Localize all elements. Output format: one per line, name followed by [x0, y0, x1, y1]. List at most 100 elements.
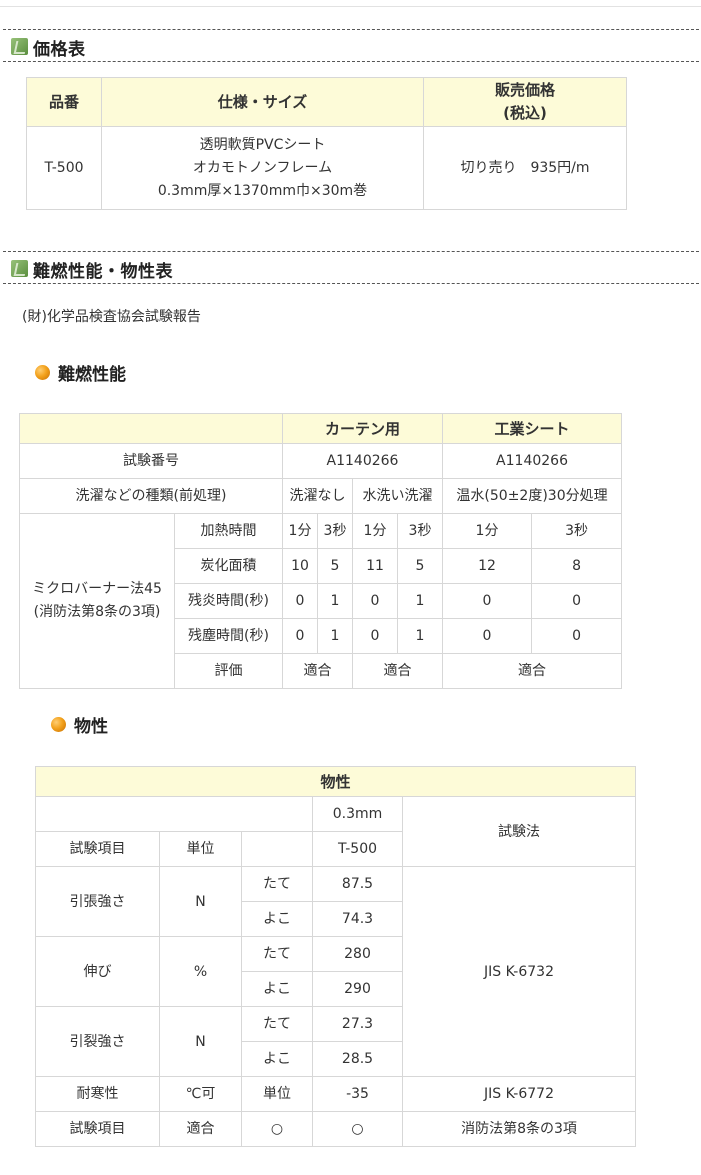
afterflame-value: 0	[442, 583, 533, 619]
price-section-title: 価格表	[33, 40, 86, 60]
leaf-icon	[11, 260, 28, 277]
phys-blank	[35, 796, 313, 832]
afterglow-label: 残塵時間(秒)	[174, 618, 283, 654]
flame-subtitle-text: 難燃性能	[58, 365, 126, 385]
elong-label: 伸び	[35, 936, 160, 1007]
afterflame-value: 0	[282, 583, 318, 619]
dir-tate: たて	[241, 1006, 313, 1042]
char-value: 5	[317, 548, 353, 584]
last-sub: ○	[241, 1111, 313, 1147]
phys-table: 物性 0.3mm 試験法 試験項目 単位 T-500 引張強さ N たて 87.…	[35, 766, 636, 1147]
afterglow-value: 0	[442, 618, 533, 654]
heating-value: 1分	[352, 513, 398, 549]
afterglow-value: 0	[352, 618, 398, 654]
tear-tate-value: 27.3	[312, 1006, 403, 1042]
char-label: 炭化面積	[174, 548, 283, 584]
pretreatment-label: 洗濯などの種類(前処理)	[19, 478, 283, 514]
test-method-header: 試験法	[402, 796, 636, 867]
last-value: ○	[312, 1111, 403, 1147]
jis-main: JIS K-6732	[402, 866, 636, 1077]
flame-header-blank	[19, 413, 283, 444]
header-price-line1: 販売価格	[494, 81, 555, 99]
phys-subtitle: 物性	[51, 712, 108, 737]
test-no-label: 試験番号	[19, 443, 283, 479]
dir-yoko: よこ	[241, 901, 313, 937]
eval-value: 適合	[351, 653, 444, 689]
orange-bullet-icon	[51, 717, 66, 732]
char-value: 10	[282, 548, 318, 584]
elong-yoko-value: 290	[312, 971, 403, 1007]
sub-header-blank	[241, 831, 313, 867]
flame-table: カーテン用 工業シート 試験番号 A1140266 A1140266 洗濯などの…	[19, 413, 623, 689]
heating-value: 1分	[442, 513, 533, 549]
char-value: 11	[352, 548, 398, 584]
tear-yoko-value: 28.5	[312, 1041, 403, 1077]
header-price: 販売価格 (税込)	[423, 77, 627, 127]
heating-value: 3秒	[396, 513, 444, 549]
cold-method: JIS K-6772	[402, 1076, 636, 1112]
dir-tate: たて	[241, 936, 313, 972]
afterflame-value: 0	[352, 583, 398, 619]
header-spec: 仕様・サイズ	[101, 77, 424, 127]
leaf-icon	[11, 38, 28, 55]
heating-value: 1分	[282, 513, 318, 549]
afterglow-value: 1	[396, 618, 444, 654]
col-curtain: カーテン用	[281, 413, 444, 444]
pretreatment-water: 水洗い洗濯	[351, 478, 444, 514]
cold-sub: 単位	[241, 1076, 313, 1112]
source-note: (財)化学品検査協会試験報告	[22, 309, 201, 325]
afterflame-label: 残炎時間(秒)	[174, 583, 283, 619]
eval-value: 適合	[282, 653, 353, 689]
flame-section-title: 難燃性能・物性表	[33, 262, 173, 282]
pretreatment-none: 洗濯なし	[282, 478, 353, 514]
top-divider	[0, 6, 701, 7]
afterglow-value: 0	[531, 618, 623, 654]
afterflame-value: 0	[531, 583, 623, 619]
afterglow-value: 1	[317, 618, 353, 654]
item-header: 試験項目	[35, 831, 160, 867]
afterglow-value: 0	[282, 618, 318, 654]
header-price-line2: (税込)	[503, 104, 547, 122]
heating-value: 3秒	[531, 513, 623, 549]
orange-bullet-icon	[35, 365, 50, 380]
cold-unit: ℃可	[159, 1076, 242, 1112]
method-line2: (消防法第8条の3項)	[33, 604, 161, 620]
eval-value: 適合	[442, 653, 623, 689]
unit-header: 単位	[159, 831, 242, 867]
char-value: 5	[396, 548, 444, 584]
afterflame-value: 1	[396, 583, 444, 619]
thickness: 0.3mm	[312, 796, 403, 832]
price-section-header: 価格表	[3, 29, 699, 62]
dir-yoko: よこ	[241, 1041, 313, 1077]
test-no-curtain: A1140266	[281, 443, 444, 479]
elong-tate-value: 280	[312, 936, 403, 972]
flame-subtitle: 難燃性能	[35, 360, 126, 385]
last-label: 試験項目	[35, 1111, 160, 1147]
method-label: ミクロバーナー法45 (消防法第8条の3項)	[19, 513, 175, 689]
test-no-industrial: A1140266	[442, 443, 623, 479]
product-header: T-500	[312, 831, 403, 867]
cold-value: -35	[312, 1076, 403, 1112]
phys-title: 物性	[35, 766, 636, 797]
last-method: 消防法第8条の3項	[402, 1111, 636, 1147]
price-table: 品番 仕様・サイズ 販売価格 (税込) T-500 透明軟質PVCシート オカモトノ…	[26, 77, 627, 210]
flame-section-header: 難燃性能・物性表	[3, 251, 699, 284]
char-value: 12	[442, 548, 533, 584]
tear-label: 引裂強さ	[35, 1006, 160, 1077]
phys-subtitle-text: 物性	[74, 717, 108, 737]
spec-line3: 0.3mm厚×1370mm巾×30m巻	[157, 182, 368, 199]
product-code: T-500	[26, 126, 102, 210]
tensile-unit: N	[159, 866, 242, 937]
elong-unit: %	[159, 936, 242, 1007]
afterflame-value: 1	[317, 583, 353, 619]
pretreatment-hot: 温水(50±2度)30分処理	[442, 478, 623, 514]
heating-value: 3秒	[317, 513, 353, 549]
header-code: 品番	[26, 77, 102, 127]
dir-tate: たて	[241, 866, 313, 902]
heating-label: 加熱時間	[174, 513, 283, 549]
eval-label: 評価	[174, 653, 283, 689]
last-unit: 適合	[159, 1111, 242, 1147]
spec-line2: オカモトノンフレーム	[192, 159, 333, 176]
method-line1: ミクロバーナー法45	[32, 581, 162, 597]
cold-label: 耐寒性	[35, 1076, 160, 1112]
